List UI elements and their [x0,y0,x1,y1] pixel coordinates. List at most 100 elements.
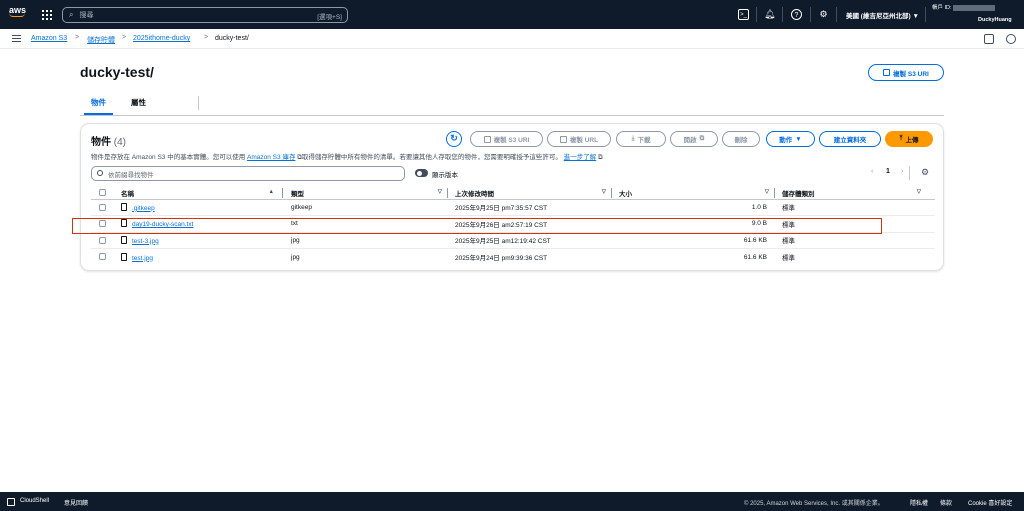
col-storage-class[interactable]: 儲存體類別 ▽ [777,187,935,200]
panel-toggle-icon[interactable] [984,34,994,44]
cookie-preferences-link[interactable]: Cookie 喜好設定 [968,498,1012,507]
copy-s3-uri-button[interactable]: 複製 S3 URI [868,64,944,81]
cloudshell-icon[interactable] [7,498,15,506]
col-modified[interactable]: 上次修改時間 ▽ [450,187,614,200]
help-icon[interactable]: ? [791,9,802,20]
refresh-button[interactable]: ↻ [446,131,462,147]
object-size: 1.0 B [614,199,777,216]
aws-logo-text: aws [9,5,27,15]
next-page-icon[interactable]: › [901,168,903,175]
menu-icon[interactable] [12,35,21,42]
objects-heading: 物件 (4) [91,137,127,148]
row-checkbox[interactable] [99,203,106,211]
show-versions-toggle[interactable] [415,169,428,177]
bell-icon[interactable]: 🔔︎ [764,9,775,20]
gear-icon[interactable]: ⚙ [818,9,829,20]
table-row[interactable]: test-3.jpg jpg 2025年9月25日 am12:19:42 CST… [91,232,935,249]
account-id-redacted [953,4,996,11]
region-selector[interactable]: 美國 (維吉尼亞州北部) ▼ [846,10,919,20]
breadcrumb-bar: Amazon S3 > 儲存貯體 > 2025ithome-ducky > du… [0,29,1024,49]
learn-more-link[interactable]: 進一步了解 [564,154,597,161]
open-button[interactable]: 開啟 ⧉ [670,131,718,147]
file-icon [121,202,127,211]
search-placeholder: 搜尋 [79,12,94,19]
prefix-search-input[interactable]: 依前綴尋找物件 [91,166,405,181]
tab-objects[interactable]: 物件 [84,97,113,115]
privacy-link[interactable]: 隱私權 [910,498,928,507]
object-link[interactable]: .gitkeep [132,205,155,212]
col-size[interactable]: 大小 ▽ [614,187,777,200]
breadcrumb-bucket[interactable]: 2025ithome-ducky [133,35,190,42]
filter-placeholder: 依前綴尋找物件 [108,171,154,179]
top-navigation-bar: aws ⌕ 搜尋 [選項+S] >_ 🔔︎ ? ⚙ 美國 (維吉尼亞州北部) ▼… [0,0,1024,29]
object-storage-class: 標準 [777,199,935,216]
object-size: 61.6 KB [614,232,777,249]
upload-button[interactable]: ⤒ 上傳 [885,131,933,147]
sort-icon: ▽ [437,189,442,195]
cloudshell-icon[interactable]: >_ [738,9,749,20]
copy-icon [559,135,567,143]
table-header-row: 名稱 ▲ 類型 ▽ 上次修改時間 ▽ 大小 ▽ 儲存體類別 ▽ [91,187,935,200]
sort-icon: ▽ [764,189,769,195]
global-search-input[interactable]: ⌕ 搜尋 [選項+S] [62,7,348,23]
tab-properties[interactable]: 屬性 [131,97,146,108]
sort-icon: ▽ [916,189,921,195]
search-shortcut: [選項+S] [317,14,342,21]
external-link-icon: ⧉ [596,154,603,161]
object-modified: 2025年9月25日 pm7:35:57 CST [450,199,614,216]
sort-icon: ▽ [601,189,606,195]
page-title: ducky-test/ [80,64,154,80]
table-row[interactable]: .gitkeep gitkeep 2025年9月25日 pm7:35:57 CS… [91,199,935,216]
tab-list: 物件 屬性 [80,91,944,116]
object-link[interactable]: test.jpg [132,255,153,262]
breadcrumb-amazon-s3[interactable]: Amazon S3 [31,35,67,42]
col-type[interactable]: 類型 ▽ [286,187,450,200]
delete-button[interactable]: 刪除 [722,131,760,147]
search-icon [97,170,103,176]
objects-count: (4) [113,137,127,148]
file-icon [121,252,127,261]
breadcrumb-buckets[interactable]: 儲存貯體 [87,35,115,45]
object-storage-class: 標準 [782,255,795,262]
prev-page-icon[interactable]: ‹ [871,168,873,175]
row-checkbox[interactable] [99,253,106,261]
feedback-link[interactable]: 意見回饋 [64,498,88,507]
search-icon: ⌕ [69,10,74,19]
object-storage-class: 標準 [777,232,935,249]
download-button[interactable]: ⤓ 下載 [616,131,666,147]
info-panel-icon[interactable] [1006,34,1016,44]
preferences-gear-icon[interactable]: ⚙ [921,167,929,178]
terms-link[interactable]: 條款 [940,498,952,507]
services-grid-icon[interactable] [42,10,52,20]
col-name[interactable]: 名稱 ▲ [116,187,286,200]
footer-bar: CloudShell 意見回饋 © 2025, Amazon Web Servi… [0,492,1024,511]
object-modified: 2025年9月25日 am12:19:42 CST [450,232,614,249]
actions-dropdown[interactable]: 動作 ▼ [766,131,815,147]
chevron-right-icon: > [75,34,80,41]
object-modified: 2025年9月24日 pm9:39:36 CST [455,255,548,262]
cloudshell-link[interactable]: CloudShell [20,498,49,504]
object-link[interactable]: test-3.jpg [132,238,159,245]
chevron-right-icon: > [122,34,127,41]
breadcrumb-current: ducky-test/ [215,35,249,42]
object-size: 61.6 KB [743,253,767,261]
copy-url-button[interactable]: 複製 URL [547,131,611,147]
aws-logo[interactable]: aws [9,6,29,23]
table-row[interactable]: test.jpg jpg 2025年9月24日 pm9:39:36 CST 61… [91,249,935,266]
row-checkbox[interactable] [99,236,106,244]
account-id-label: 帳戶 ID: [932,5,952,11]
inventory-link[interactable]: Amazon S3 庫存 [247,154,295,161]
download-icon: ⤓ [631,135,635,142]
account-menu[interactable]: 帳戶 ID: DuckyHuang [932,3,1012,23]
page-number[interactable]: 1 [886,168,890,175]
sort-asc-icon: ▲ [268,189,274,195]
user-name: DuckyHuang [978,17,1012,23]
object-type: jpg [291,253,300,261]
objects-panel: 物件 (4) 物件是存放在 Amazon S3 中的基本實體。您可以使用 Ama… [80,123,944,271]
upload-icon: ⤒ [899,135,903,142]
objects-description: 物件是存放在 Amazon S3 中的基本實體。您可以使用 Amazon S3 … [91,154,603,161]
caret-down-icon: ▼ [795,135,802,143]
copy-s3-uri-action-button[interactable]: 複製 S3 URI [470,131,543,147]
create-folder-button[interactable]: 建立資料夾 [819,131,881,147]
select-all-checkbox[interactable] [99,189,106,197]
